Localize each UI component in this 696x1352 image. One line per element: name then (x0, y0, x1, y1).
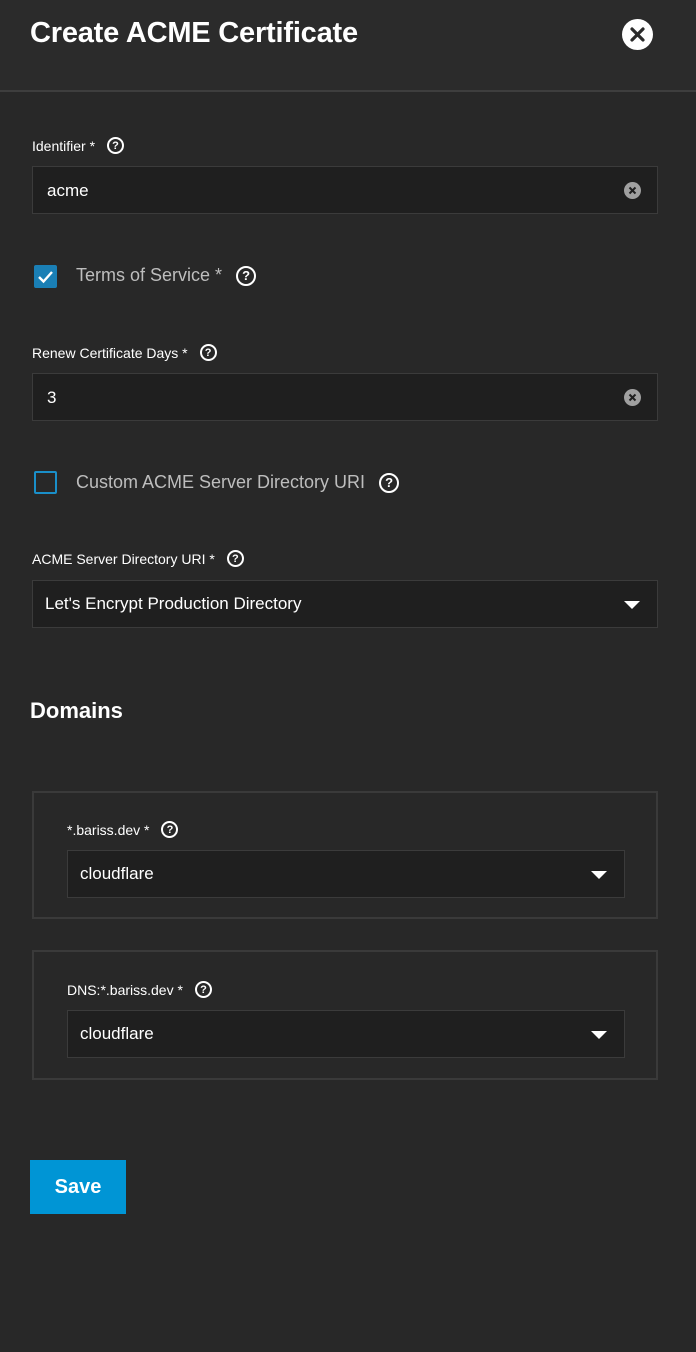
section-title: Domains (30, 698, 123, 723)
dialog-header: Create ACME Certificate (0, 0, 696, 92)
directory-uri-select[interactable]: Let's Encrypt Production Directory (32, 580, 658, 628)
domain-card: *.bariss.dev * ? cloudflare (32, 791, 658, 919)
terms-checkbox[interactable] (34, 265, 57, 288)
help-icon[interactable]: ? (226, 550, 244, 567)
identifier-input[interactable] (45, 167, 609, 215)
renew-days-input[interactable] (45, 374, 609, 422)
custom-uri-checkbox[interactable] (34, 471, 57, 494)
directory-uri-label: ACME Server Directory URI * ? (32, 550, 244, 567)
terms-label: Terms of Service * ? (76, 265, 257, 286)
domain-authenticator-select[interactable]: cloudflare (67, 850, 625, 898)
identifier-field[interactable] (32, 166, 658, 215)
help-icon[interactable]: ? (194, 981, 212, 998)
chevron-down-icon (591, 871, 607, 879)
save-button[interactable]: Save (30, 1160, 126, 1214)
renew-days-label: Renew Certificate Days * ? (32, 344, 217, 361)
select-value: cloudflare (80, 864, 154, 883)
close-icon[interactable] (622, 19, 653, 50)
select-value: Let's Encrypt Production Directory (45, 594, 302, 613)
select-value: cloudflare (80, 1024, 154, 1043)
renew-days-field[interactable] (32, 373, 658, 422)
help-icon[interactable]: ? (236, 265, 257, 286)
help-icon[interactable]: ? (161, 821, 179, 838)
domain-card: DNS:*.bariss.dev * ? cloudflare (32, 950, 658, 1080)
clear-icon[interactable] (624, 182, 641, 199)
dialog-title: Create ACME Certificate (30, 17, 358, 49)
help-icon[interactable]: ? (379, 472, 400, 493)
clear-icon[interactable] (624, 389, 641, 406)
domain-authenticator-select[interactable]: cloudflare (67, 1010, 625, 1058)
custom-uri-label: Custom ACME Server Directory URI ? (76, 472, 400, 493)
help-icon[interactable]: ? (199, 344, 217, 361)
chevron-down-icon (624, 601, 640, 609)
chevron-down-icon (591, 1031, 607, 1039)
identifier-label: Identifier * ? (32, 137, 125, 154)
domain-label: *.bariss.dev * ? (67, 821, 179, 838)
domain-label: DNS:*.bariss.dev * ? (67, 981, 212, 998)
help-icon[interactable]: ? (107, 137, 125, 154)
